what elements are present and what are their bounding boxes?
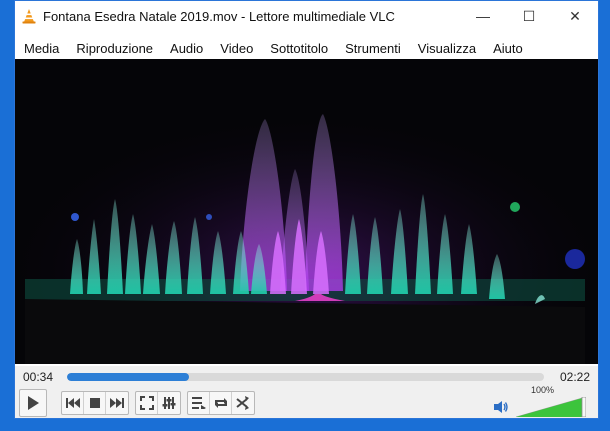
vlc-window: Fontana Esedra Natale 2019.mov - Lettore… <box>14 0 599 419</box>
previous-icon <box>65 398 80 408</box>
fullscreen-icon <box>139 396 154 410</box>
playlist-button[interactable] <box>188 392 210 414</box>
title-bar[interactable]: Fontana Esedra Natale 2019.mov - Lettore… <box>15 1 598 31</box>
play-button[interactable] <box>19 389 47 417</box>
minimize-icon: — <box>476 8 490 24</box>
seek-row: 00:34 02:22 <box>15 366 598 388</box>
menu-video[interactable]: Video <box>211 41 261 56</box>
play-icon <box>28 396 39 410</box>
control-bar: 100% <box>15 385 598 418</box>
extended-settings-button[interactable] <box>158 392 180 414</box>
seek-bar-progress <box>67 373 189 381</box>
shuffle-button[interactable] <box>232 392 254 414</box>
seek-bar[interactable] <box>67 373 544 381</box>
speaker-icon[interactable] <box>494 400 508 414</box>
stop-icon <box>89 398 100 408</box>
menu-bar: Media Riproduzione Audio Video Sottotito… <box>15 38 598 58</box>
elapsed-time: 00:34 <box>22 370 54 384</box>
fullscreen-button[interactable] <box>136 392 158 414</box>
volume-fill <box>516 397 586 417</box>
extended-settings-icon <box>162 397 176 409</box>
playlist-group <box>187 391 255 415</box>
video-frame-fountain <box>15 59 598 364</box>
menu-sottotitolo[interactable]: Sottotitolo <box>261 41 336 56</box>
loop-icon <box>214 398 227 408</box>
vlc-cone-icon <box>22 9 36 24</box>
menu-aiuto[interactable]: Aiuto <box>484 41 531 56</box>
menu-strumenti[interactable]: Strumenti <box>336 41 409 56</box>
view-group <box>135 391 181 415</box>
shuffle-icon <box>236 396 249 410</box>
navigation-group <box>61 391 129 415</box>
maximize-button[interactable]: ☐ <box>506 1 552 31</box>
video-area[interactable] <box>15 59 598 364</box>
volume-slider[interactable] <box>516 397 586 417</box>
minimize-button[interactable]: — <box>460 1 506 31</box>
menu-riproduzione[interactable]: Riproduzione <box>67 41 161 56</box>
menu-media[interactable]: Media <box>15 41 67 56</box>
menu-visualizza[interactable]: Visualizza <box>409 41 484 56</box>
volume-label: 100% <box>530 385 554 395</box>
next-icon <box>110 398 124 408</box>
loop-button[interactable] <box>210 392 232 414</box>
stop-button[interactable] <box>84 392 106 414</box>
next-button[interactable] <box>106 392 128 414</box>
volume-handle[interactable] <box>581 397 586 417</box>
close-icon: ✕ <box>569 7 581 24</box>
window-controls: — ☐ ✕ <box>460 1 598 31</box>
maximize-icon: ☐ <box>522 7 536 24</box>
previous-button[interactable] <box>62 392 84 414</box>
close-button[interactable]: ✕ <box>552 1 598 31</box>
playlist-icon <box>191 397 206 409</box>
window-title: Fontana Esedra Natale 2019.mov - Lettore… <box>43 8 395 24</box>
menu-audio[interactable]: Audio <box>161 41 211 56</box>
total-time: 02:22 <box>559 370 591 384</box>
volume-area: 100% <box>494 385 586 417</box>
